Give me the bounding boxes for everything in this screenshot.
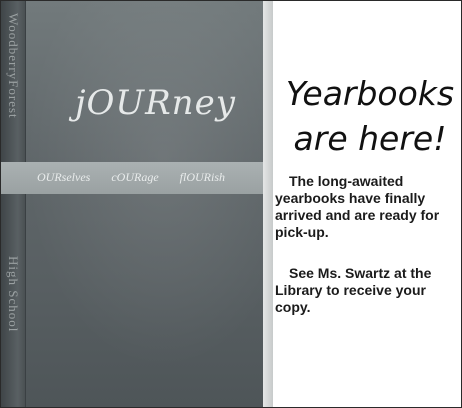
yearbook-cover	[1, 1, 263, 407]
yearbook-cover-title: jOURney	[75, 83, 236, 123]
announcement-paragraph-2: See Ms. Swartz at the Library to receive…	[275, 265, 432, 315]
headline-line-2: are here!	[293, 119, 447, 158]
yearbook-spine: WoodberryForest High School	[1, 1, 26, 407]
cover-band-words: OURselves cOURage flOURish	[37, 170, 243, 185]
yearbook-photo: WoodberryForest High School jOURney OURs…	[1, 1, 273, 407]
headline-line-1: Yearbooks	[285, 74, 455, 113]
band-word-ourselves: OURselves	[37, 170, 91, 184]
band-word-flourish: flOURish	[179, 170, 225, 184]
headline: Yearbooks are here!	[281, 71, 459, 161]
announcement-paragraph-1: The long-awaited yearbooks have finally …	[275, 173, 440, 240]
spine-text-bottom: High School	[6, 256, 21, 333]
book-page-edge	[263, 1, 273, 407]
flyer-frame: WoodberryForest High School jOURney OURs…	[0, 0, 462, 408]
spine-text-top: WoodberryForest	[6, 13, 21, 119]
band-word-courage: cOURage	[111, 170, 159, 184]
